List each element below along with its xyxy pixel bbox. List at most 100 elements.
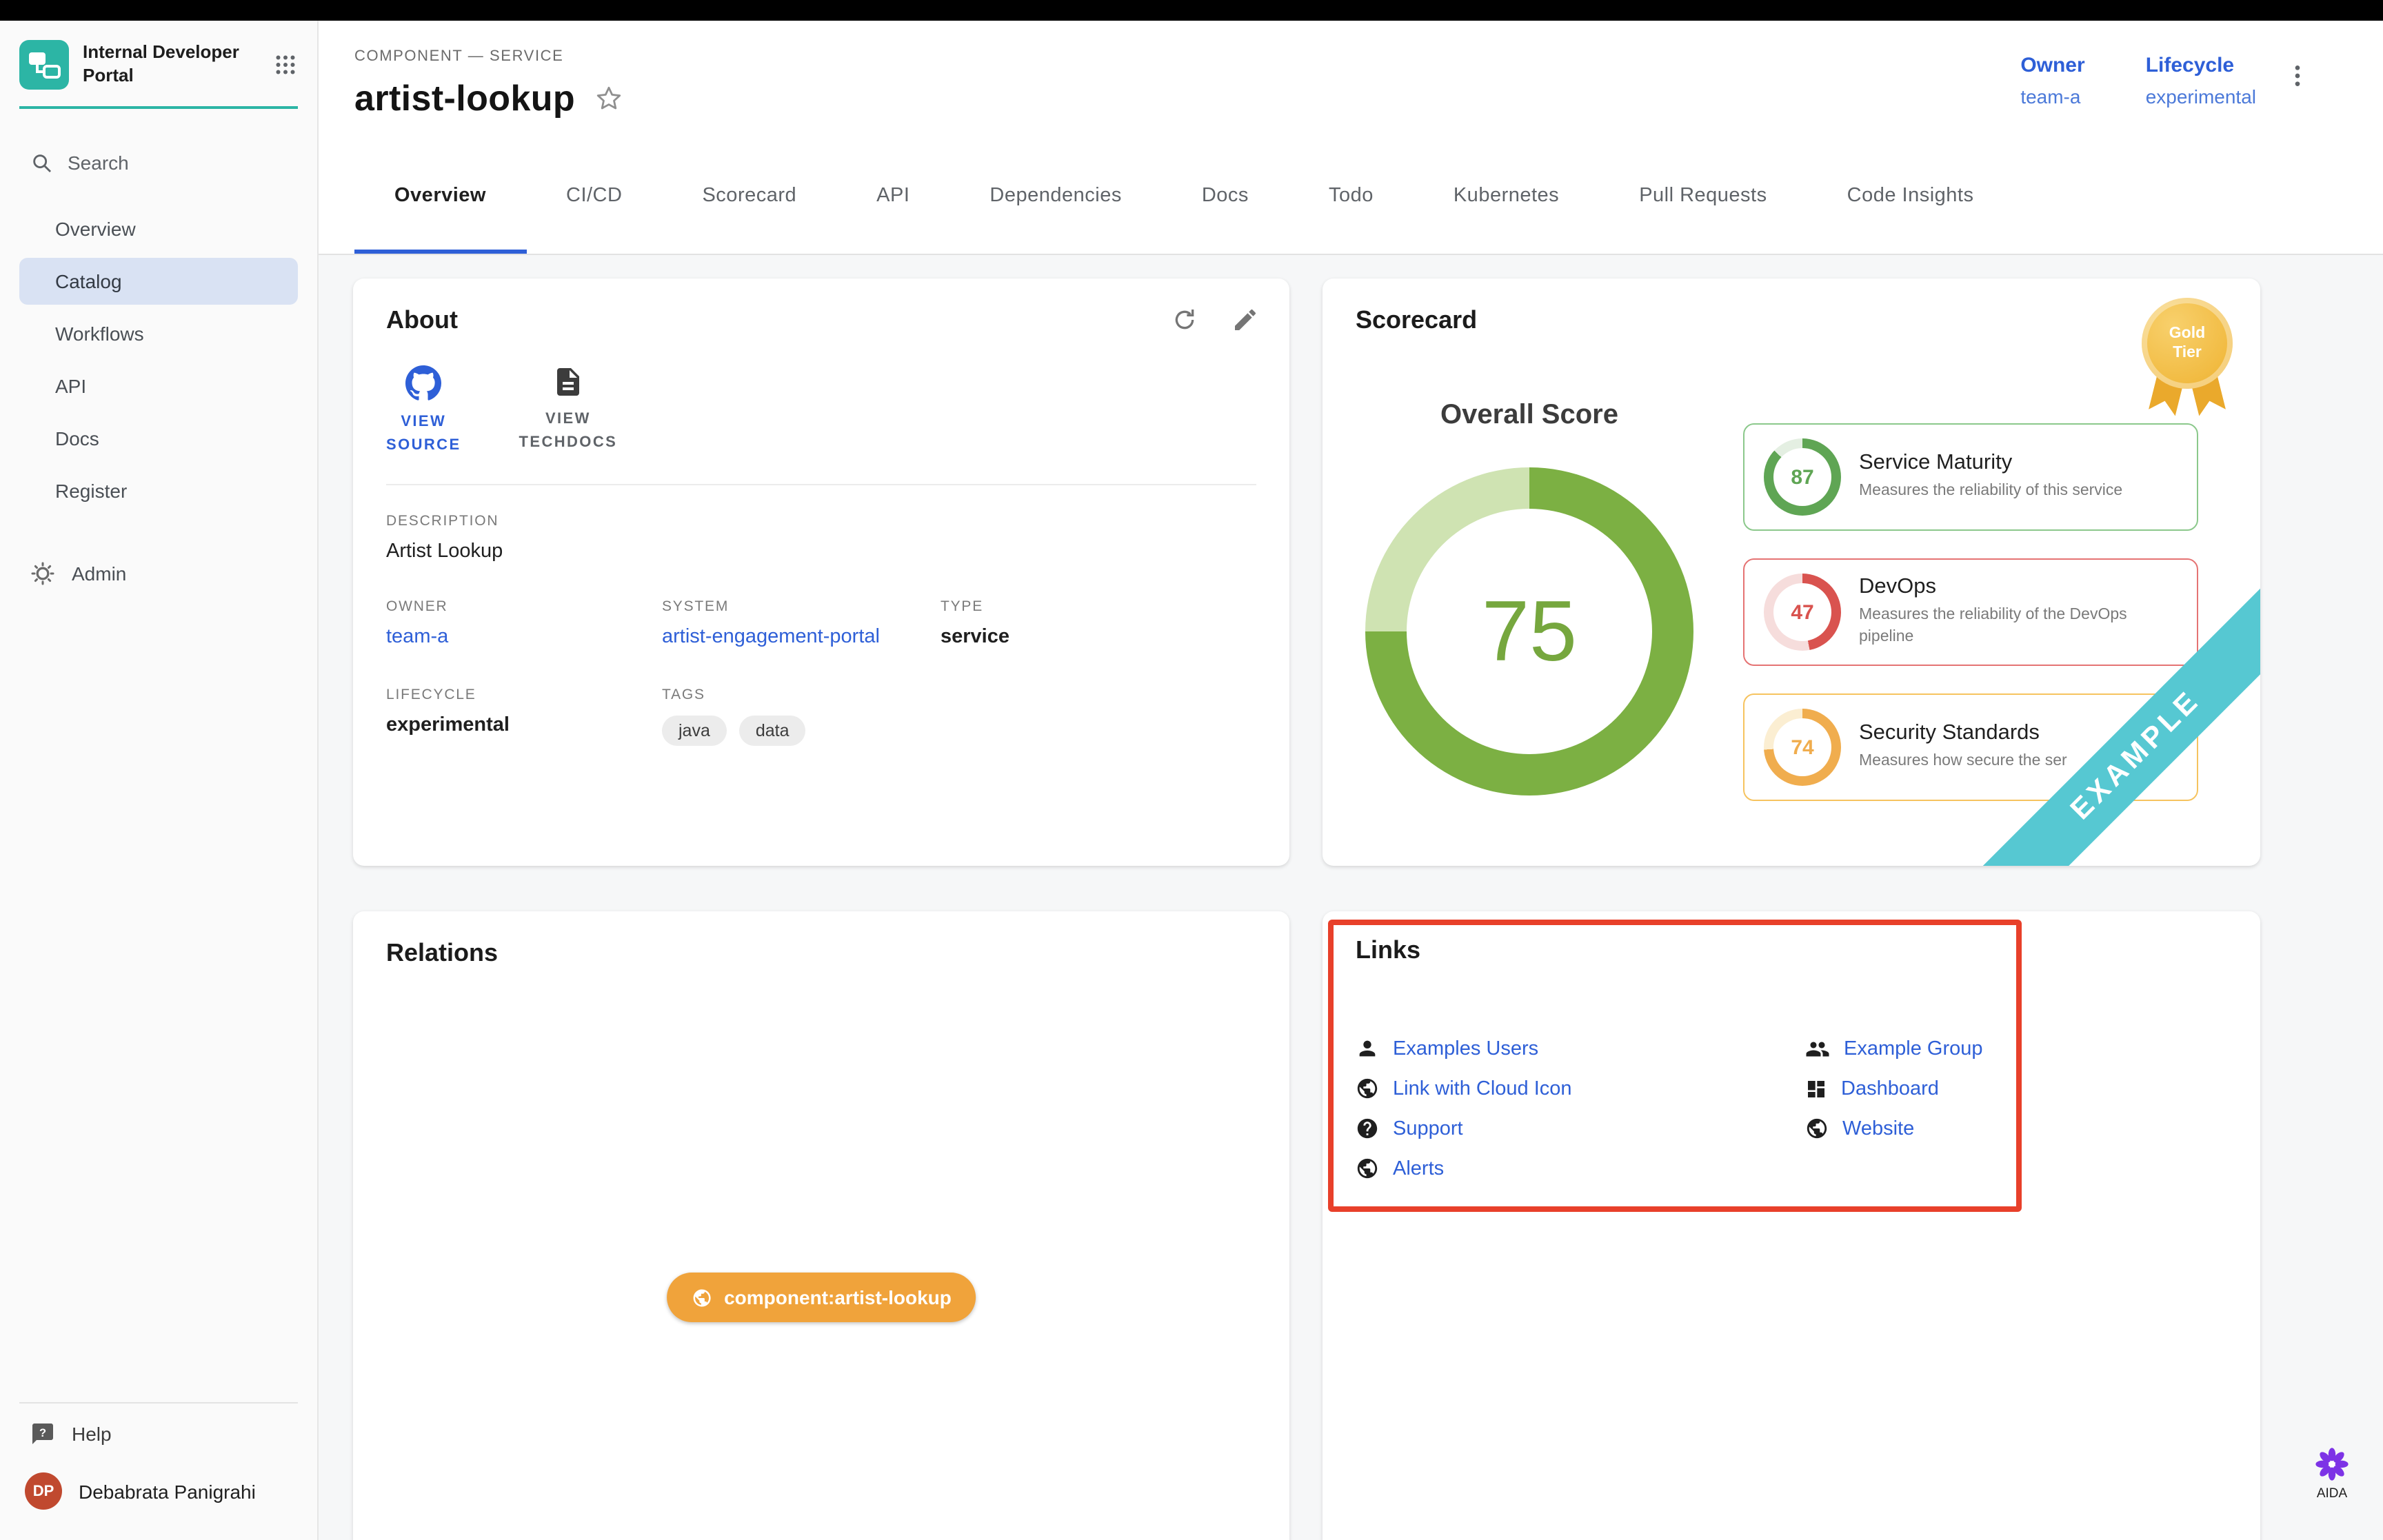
lifecycle-value: experimental xyxy=(2146,85,2256,108)
sidebar-bottom: ? Help DP Debabrata Panigrahi xyxy=(0,1402,317,1540)
description-label: DESCRIPTION xyxy=(386,513,1256,529)
owner-link[interactable]: team-a xyxy=(386,626,662,648)
sidebar-item-admin[interactable]: Admin xyxy=(0,550,317,597)
sidebar-item-overview[interactable]: Overview xyxy=(19,205,298,252)
tag-chip[interactable]: data xyxy=(739,716,806,746)
owner-field: OWNER team-a xyxy=(386,598,662,648)
kebab-menu-icon[interactable] xyxy=(2284,62,2311,90)
link-examples-users[interactable]: Examples Users xyxy=(1356,1029,1805,1068)
globe-icon xyxy=(1356,1077,1379,1100)
relation-node-component-artist-lookup[interactable]: component:artist-lookup xyxy=(666,1273,976,1322)
help-bubble-icon: ? xyxy=(30,1421,55,1446)
gear-icon xyxy=(30,561,55,586)
main-area: COMPONENT — SERVICE artist-lookup Owner … xyxy=(319,21,2383,1540)
link-website[interactable]: Website xyxy=(1805,1108,1983,1148)
owner-meta: Owner team-a xyxy=(2020,54,2084,108)
help-icon xyxy=(1356,1117,1379,1140)
document-icon xyxy=(552,365,585,398)
top-black-bar xyxy=(0,0,2383,21)
sidebar-item-catalog[interactable]: Catalog xyxy=(19,258,298,305)
sidebar: Internal Developer Portal Search Overvie… xyxy=(0,21,319,1540)
user-profile[interactable]: DP Debabrata Panigrahi xyxy=(0,1464,317,1540)
link-support[interactable]: Support xyxy=(1356,1108,1805,1148)
metric-devops[interactable]: 47 DevOps Measures the reliability of th… xyxy=(1743,558,2198,666)
overall-score-gauge: 75 xyxy=(1365,467,1693,796)
divider xyxy=(386,484,1256,485)
view-techdocs-button[interactable]: VIEWTECHDOCS xyxy=(519,365,618,456)
globe-icon xyxy=(1805,1117,1829,1140)
links-card: Links Examples Users Link with Cloud Ico… xyxy=(1323,911,2260,1540)
tab-docs[interactable]: Docs xyxy=(1162,142,1289,254)
tab-code-insights[interactable]: Code Insights xyxy=(1807,142,2014,254)
sidebar-item-register[interactable]: Register xyxy=(19,467,298,514)
admin-label: Admin xyxy=(72,563,126,585)
sidebar-search[interactable]: Search xyxy=(0,139,317,186)
tab-api[interactable]: API xyxy=(836,142,949,254)
lifecycle-field: LIFECYCLE experimental xyxy=(386,687,662,746)
owner-label: Owner xyxy=(2020,54,2084,77)
description-value: Artist Lookup xyxy=(386,540,1256,563)
dashboard-icon xyxy=(1805,1077,1827,1100)
link-alerts[interactable]: Alerts xyxy=(1356,1148,1805,1188)
portal-logo-icon xyxy=(19,40,69,90)
scorecard-card: Scorecard Gold Tier Overall Score 75 xyxy=(1323,278,2260,866)
tab-todo[interactable]: Todo xyxy=(1289,142,1414,254)
sidebar-item-workflows[interactable]: Workflows xyxy=(19,310,298,357)
globe-icon xyxy=(691,1287,712,1308)
entity-tabs: Overview CI/CD Scorecard API Dependencie… xyxy=(319,142,2383,255)
svg-text:?: ? xyxy=(39,1427,46,1439)
search-icon xyxy=(30,151,54,174)
lifecycle-label: Lifecycle xyxy=(2146,54,2256,77)
sidebar-nav: Overview Catalog Workflows API Docs Regi… xyxy=(0,205,317,514)
link-example-group[interactable]: Example Group xyxy=(1805,1029,1983,1068)
tab-cicd[interactable]: CI/CD xyxy=(526,142,662,254)
tag-chip[interactable]: java xyxy=(662,716,727,746)
links-column-right: Example Group Dashboard Website xyxy=(1805,1029,1983,1188)
refresh-icon[interactable] xyxy=(1171,306,1198,334)
relations-card: Relations component:artist-lookup xyxy=(353,911,1289,1540)
tab-scorecard[interactable]: Scorecard xyxy=(662,142,836,254)
help-label: Help xyxy=(72,1423,112,1445)
links-title: Links xyxy=(1356,936,2227,965)
brand-title: Internal Developer Portal xyxy=(83,41,243,88)
github-icon xyxy=(405,365,441,401)
system-link[interactable]: artist-engagement-portal xyxy=(662,626,941,648)
entity-meta: Owner team-a Lifecycle experimental xyxy=(2020,54,2256,108)
about-card: About xyxy=(353,278,1289,866)
links-column-left: Examples Users Link with Cloud Icon Supp… xyxy=(1356,1029,1805,1188)
tab-pull-requests[interactable]: Pull Requests xyxy=(1599,142,1807,254)
brand: Internal Developer Portal xyxy=(0,21,317,103)
view-source-button[interactable]: VIEWSOURCE xyxy=(386,365,461,456)
avatar: DP xyxy=(25,1472,62,1510)
star-favorite-icon[interactable] xyxy=(594,84,623,113)
aida-widget[interactable]: AIDA xyxy=(2314,1446,2350,1501)
gold-tier-badge: Gold Tier xyxy=(2142,298,2233,425)
metric-service-maturity[interactable]: 87 Service Maturity Measures the reliabi… xyxy=(1743,423,2198,531)
system-field: SYSTEM artist-engagement-portal xyxy=(662,598,941,648)
tab-overview[interactable]: Overview xyxy=(354,142,526,254)
aida-flower-icon xyxy=(2314,1446,2350,1482)
sidebar-item-api[interactable]: API xyxy=(19,363,298,409)
edit-pencil-icon[interactable] xyxy=(1231,306,1259,334)
sidebar-item-help[interactable]: ? Help xyxy=(0,1404,317,1464)
link-dashboard[interactable]: Dashboard xyxy=(1805,1068,1983,1108)
metric-gauge: 74 xyxy=(1764,709,1841,786)
tab-kubernetes[interactable]: Kubernetes xyxy=(1414,142,1599,254)
overall-score-value: 75 xyxy=(1482,582,1577,680)
user-name: Debabrata Panigrahi xyxy=(79,1480,256,1502)
overview-content: About xyxy=(319,255,2383,1540)
relations-title: Relations xyxy=(386,939,1256,968)
tab-dependencies[interactable]: Dependencies xyxy=(949,142,1161,254)
overall-score-label: Overall Score xyxy=(1364,400,1695,432)
owner-value-link[interactable]: team-a xyxy=(2020,85,2084,108)
page-title: artist-lookup xyxy=(354,77,575,120)
aida-label: AIDA xyxy=(2317,1486,2347,1501)
apps-grid-icon[interactable] xyxy=(273,52,298,77)
link-link-with-cloud-icon[interactable]: Link with Cloud Icon xyxy=(1356,1068,1805,1108)
people-icon xyxy=(1805,1036,1830,1061)
metric-gauge: 87 xyxy=(1764,438,1841,516)
screen: Internal Developer Portal Search Overvie… xyxy=(0,0,2383,1540)
type-field: TYPE service xyxy=(941,598,1256,648)
person-icon xyxy=(1356,1037,1379,1060)
sidebar-item-docs[interactable]: Docs xyxy=(19,415,298,462)
